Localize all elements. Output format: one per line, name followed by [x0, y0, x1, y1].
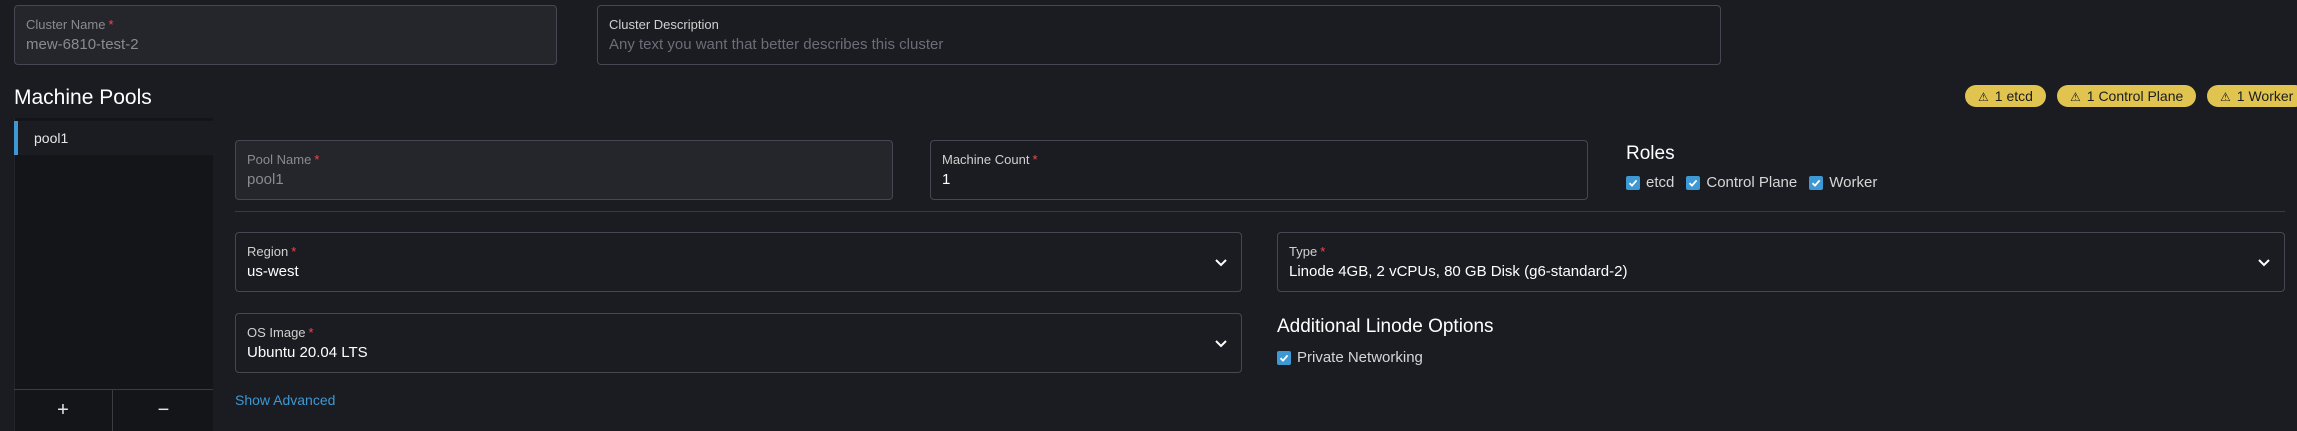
machine-count-label: Machine Count *	[942, 152, 1038, 167]
pool-actions: + −	[14, 389, 213, 431]
os-image-value: Ubuntu 20.04 LTS	[247, 344, 368, 361]
chevron-down-icon	[1215, 340, 1227, 348]
additional-options-title: Additional Linode Options	[1277, 316, 1494, 337]
region-select[interactable]: Region * us-west	[235, 232, 1242, 292]
role-worker-checkbox[interactable]: Worker	[1809, 174, 1877, 191]
roles-checkboxes: etcd Control Plane Worker	[1626, 174, 1889, 191]
type-label: Type *	[1289, 244, 1326, 259]
type-select[interactable]: Type * Linode 4GB, 2 vCPUs, 80 GB Disk (g…	[1277, 232, 2285, 292]
checkbox-checked-icon	[1686, 175, 1701, 190]
badge-worker: ⚠ 1 Worker	[2207, 85, 2297, 107]
os-image-label: OS Image *	[247, 325, 314, 340]
warning-icon: ⚠	[2220, 90, 2231, 104]
cluster-name-value: mew-6810-test-2	[26, 36, 139, 53]
chevron-down-icon	[1215, 259, 1227, 267]
badge-etcd: ⚠ 1 etcd	[1965, 85, 2046, 107]
pool-list	[14, 118, 213, 431]
pool-name-label: Pool Name *	[247, 152, 320, 167]
pool-name-value: pool1	[247, 171, 284, 188]
machine-count-field[interactable]: Machine Count * 1	[930, 140, 1588, 200]
role-etcd-checkbox[interactable]: etcd	[1626, 174, 1674, 191]
os-image-select[interactable]: OS Image * Ubuntu 20.04 LTS	[235, 313, 1242, 373]
cluster-description-placeholder: Any text you want that better describes …	[609, 36, 944, 53]
pool-tab-pool1[interactable]: pool1	[14, 121, 213, 155]
cluster-name-label: Cluster Name *	[26, 17, 114, 32]
remove-pool-button[interactable]: −	[114, 390, 213, 431]
pool-name-field[interactable]: Pool Name * pool1	[235, 140, 893, 200]
checkbox-checked-icon	[1809, 175, 1824, 190]
cluster-description-field[interactable]: Cluster Description Any text you want th…	[597, 5, 1721, 65]
checkbox-checked-icon	[1626, 175, 1640, 190]
checkbox-checked-icon	[1277, 350, 1291, 365]
private-networking-checkbox[interactable]: Private Networking	[1277, 349, 1423, 366]
region-label: Region *	[247, 244, 297, 259]
badge-control-plane: ⚠ 1 Control Plane	[2057, 85, 2197, 107]
add-pool-button[interactable]: +	[14, 390, 113, 431]
chevron-down-icon	[2258, 259, 2270, 267]
cluster-name-field[interactable]: Cluster Name * mew-6810-test-2	[14, 5, 557, 65]
machine-pools-title: Machine Pools	[14, 86, 152, 109]
show-advanced-link[interactable]: Show Advanced	[235, 392, 335, 408]
warning-icon: ⚠	[1978, 90, 1989, 104]
warning-icon: ⚠	[2070, 90, 2081, 104]
machine-count-value: 1	[942, 171, 951, 188]
cluster-description-label: Cluster Description	[609, 17, 719, 32]
region-value: us-west	[247, 263, 299, 280]
type-value: Linode 4GB, 2 vCPUs, 80 GB Disk (g6-stan…	[1289, 263, 1628, 280]
role-control-plane-checkbox[interactable]: Control Plane	[1686, 174, 1797, 191]
divider	[235, 211, 2285, 212]
roles-title: Roles	[1626, 143, 1675, 164]
